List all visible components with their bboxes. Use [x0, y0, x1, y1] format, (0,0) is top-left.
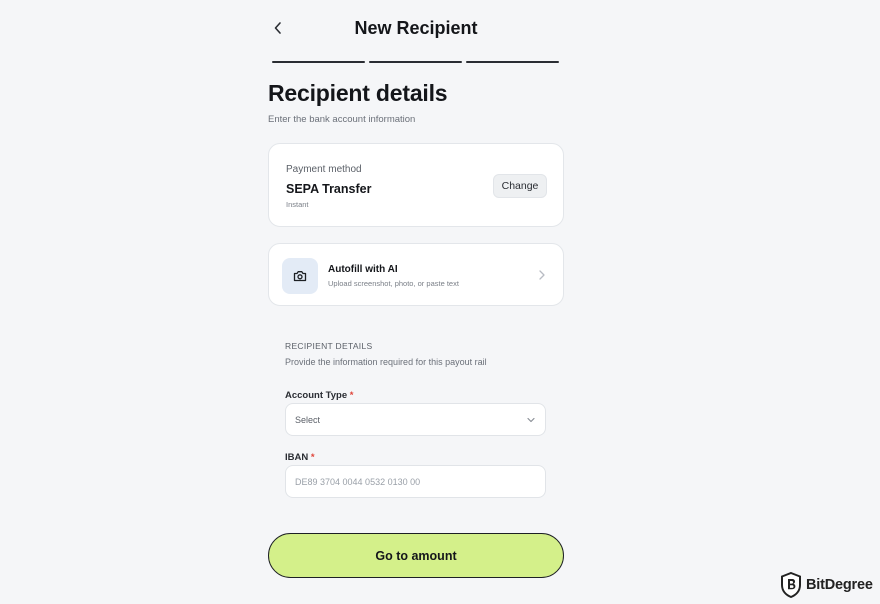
chevron-right-icon [539, 270, 545, 280]
form-heading: RECIPIENT DETAILS [285, 341, 373, 351]
back-button[interactable] [268, 17, 288, 39]
progress-stepper [272, 61, 559, 63]
autofill-subtitle: Upload screenshot, photo, or paste text [328, 279, 459, 288]
page-title: New Recipient [354, 18, 478, 38]
bitdegree-logo-icon [781, 572, 801, 598]
bitdegree-wordmark: BitDegree [806, 577, 873, 593]
account-type-label-text: Account Type [285, 390, 348, 401]
account-type-select[interactable]: Select [285, 403, 546, 436]
iban-label-text: IBAN [285, 452, 309, 463]
payment-speed: Instant [286, 200, 309, 209]
step-2-indicator [369, 61, 462, 63]
payment-method-card: Payment method SEPA Transfer Instant Cha… [268, 143, 564, 227]
autofill-title: Autofill with AI [328, 264, 398, 275]
chevron-down-icon [527, 417, 535, 423]
iban-input[interactable] [285, 465, 546, 498]
account-type-value: Select [295, 415, 321, 425]
payment-method-label: Payment method [286, 164, 362, 175]
camera-icon-tile [282, 258, 318, 294]
payment-method-value: SEPA Transfer [286, 182, 372, 196]
step-3-indicator [466, 61, 559, 63]
step-1-indicator [272, 61, 365, 63]
new-recipient-screen: New Recipient Recipient details Enter th… [0, 0, 880, 604]
account-type-label: Account Type * [285, 390, 353, 401]
section-subtitle: Enter the bank account information [268, 114, 416, 125]
bitdegree-watermark: BitDegree [780, 572, 873, 598]
autofill-ai-card[interactable]: Autofill with AI Upload screenshot, phot… [268, 243, 564, 306]
camera-icon [293, 271, 307, 282]
required-marker: * [349, 390, 354, 401]
required-marker: * [310, 452, 315, 463]
section-title: Recipient details [268, 80, 448, 106]
go-to-amount-button[interactable]: Go to amount [268, 533, 564, 578]
iban-label: IBAN * [285, 452, 315, 463]
form-description: Provide the information required for thi… [285, 357, 487, 367]
chevron-left-icon [274, 22, 281, 34]
change-payment-method-button[interactable]: Change [493, 174, 547, 198]
